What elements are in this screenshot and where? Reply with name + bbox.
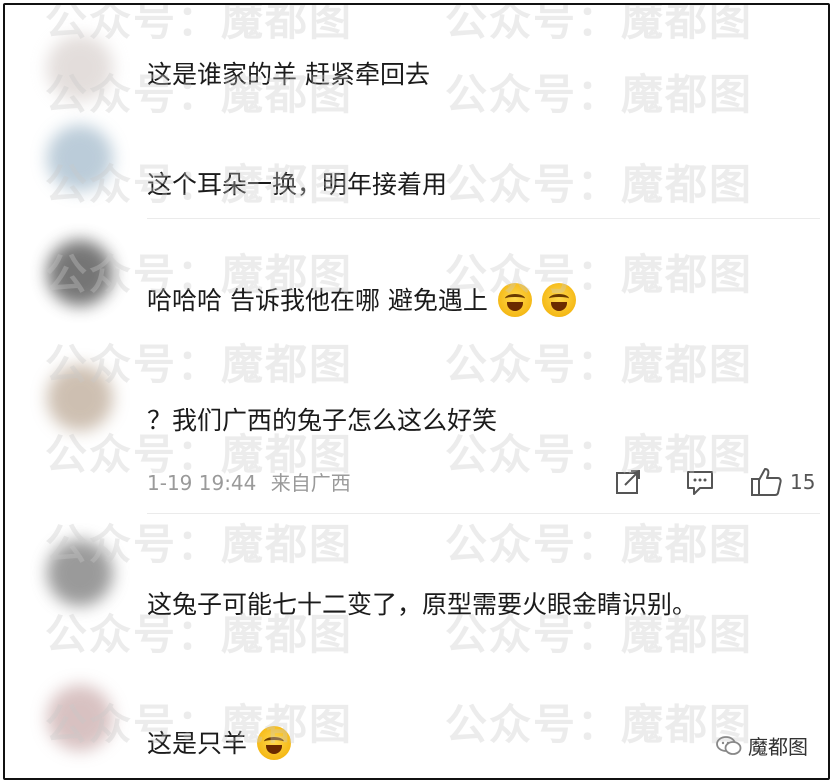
logo-text: 魔都图 bbox=[748, 735, 808, 759]
watermark: 公众号：魔都图 bbox=[445, 520, 754, 569]
watermark: 公众号：魔都图 bbox=[445, 340, 754, 389]
comment-body: 这个耳朵一换，明年接着用 bbox=[147, 170, 448, 199]
comment-meta: 1-19 19:44 来自广西 bbox=[147, 467, 359, 496]
comment-text: ？我们广西的兔子怎么这么好笑 bbox=[147, 401, 497, 441]
laughing-crying-emoji-icon bbox=[256, 726, 291, 760]
like-button[interactable]: 15 bbox=[750, 465, 815, 499]
comment-body: 哈哈哈 告诉我他在哪 避免遇上 bbox=[147, 286, 488, 315]
comment-icon bbox=[687, 471, 713, 495]
avatar[interactable] bbox=[47, 125, 113, 191]
laughing-crying-emoji-icon bbox=[541, 283, 576, 317]
wechat-icon bbox=[716, 735, 742, 755]
timestamp: 1-19 19:44 bbox=[147, 471, 257, 495]
watermark: 公众号：魔都图 bbox=[445, 160, 754, 209]
divider bbox=[147, 513, 820, 514]
comment-text: 哈哈哈 告诉我他在哪 避免遇上 bbox=[147, 281, 576, 321]
comment-body: 这是只羊 bbox=[147, 729, 248, 758]
comment-text: 这个耳朵一换，明年接着用 bbox=[147, 165, 447, 205]
watermark: 公众号：魔都图 bbox=[445, 700, 754, 749]
comment-text: 这是谁家的羊 赶紧牵回去 bbox=[147, 55, 430, 95]
thumbs-up-icon bbox=[751, 468, 782, 496]
comment-body: 这兔子可能七十二变了，原型需要火眼金睛识别。 bbox=[147, 590, 698, 619]
watermark-layer: 公众号：魔都图 公众号：魔都图 公众号：魔都图 公众号：魔都图 公众号：魔都图 … bbox=[5, 5, 828, 778]
share-icon bbox=[616, 470, 640, 494]
avatar[interactable] bbox=[47, 685, 113, 751]
avatar[interactable] bbox=[47, 240, 113, 306]
wechat-logo: 魔都图 bbox=[716, 731, 808, 760]
comment-text: 这兔子可能七十二变了，原型需要火眼金睛识别。 bbox=[147, 585, 787, 625]
share-button[interactable] bbox=[613, 465, 643, 499]
divider bbox=[147, 218, 820, 219]
like-count: 15 bbox=[790, 470, 816, 494]
avatar[interactable] bbox=[47, 35, 113, 101]
location: 来自广西 bbox=[270, 471, 351, 495]
comment-text: 这是只羊 bbox=[147, 724, 291, 764]
comment-body: ？我们广西的兔子怎么这么好笑 bbox=[147, 406, 498, 435]
screenshot-frame: 这是谁家的羊 赶紧牵回去 这个耳朵一换，明年接着用 哈哈哈 告诉我他在哪 避免遇… bbox=[3, 3, 830, 780]
comment-button[interactable] bbox=[685, 465, 715, 499]
laughing-crying-emoji-icon bbox=[497, 283, 532, 317]
watermark: 公众号：魔都图 bbox=[445, 3, 754, 45]
avatar[interactable] bbox=[47, 365, 113, 431]
avatar[interactable] bbox=[47, 540, 113, 606]
comment-body: 这是谁家的羊 赶紧牵回去 bbox=[147, 60, 430, 89]
watermark: 公众号：魔都图 bbox=[445, 70, 754, 119]
